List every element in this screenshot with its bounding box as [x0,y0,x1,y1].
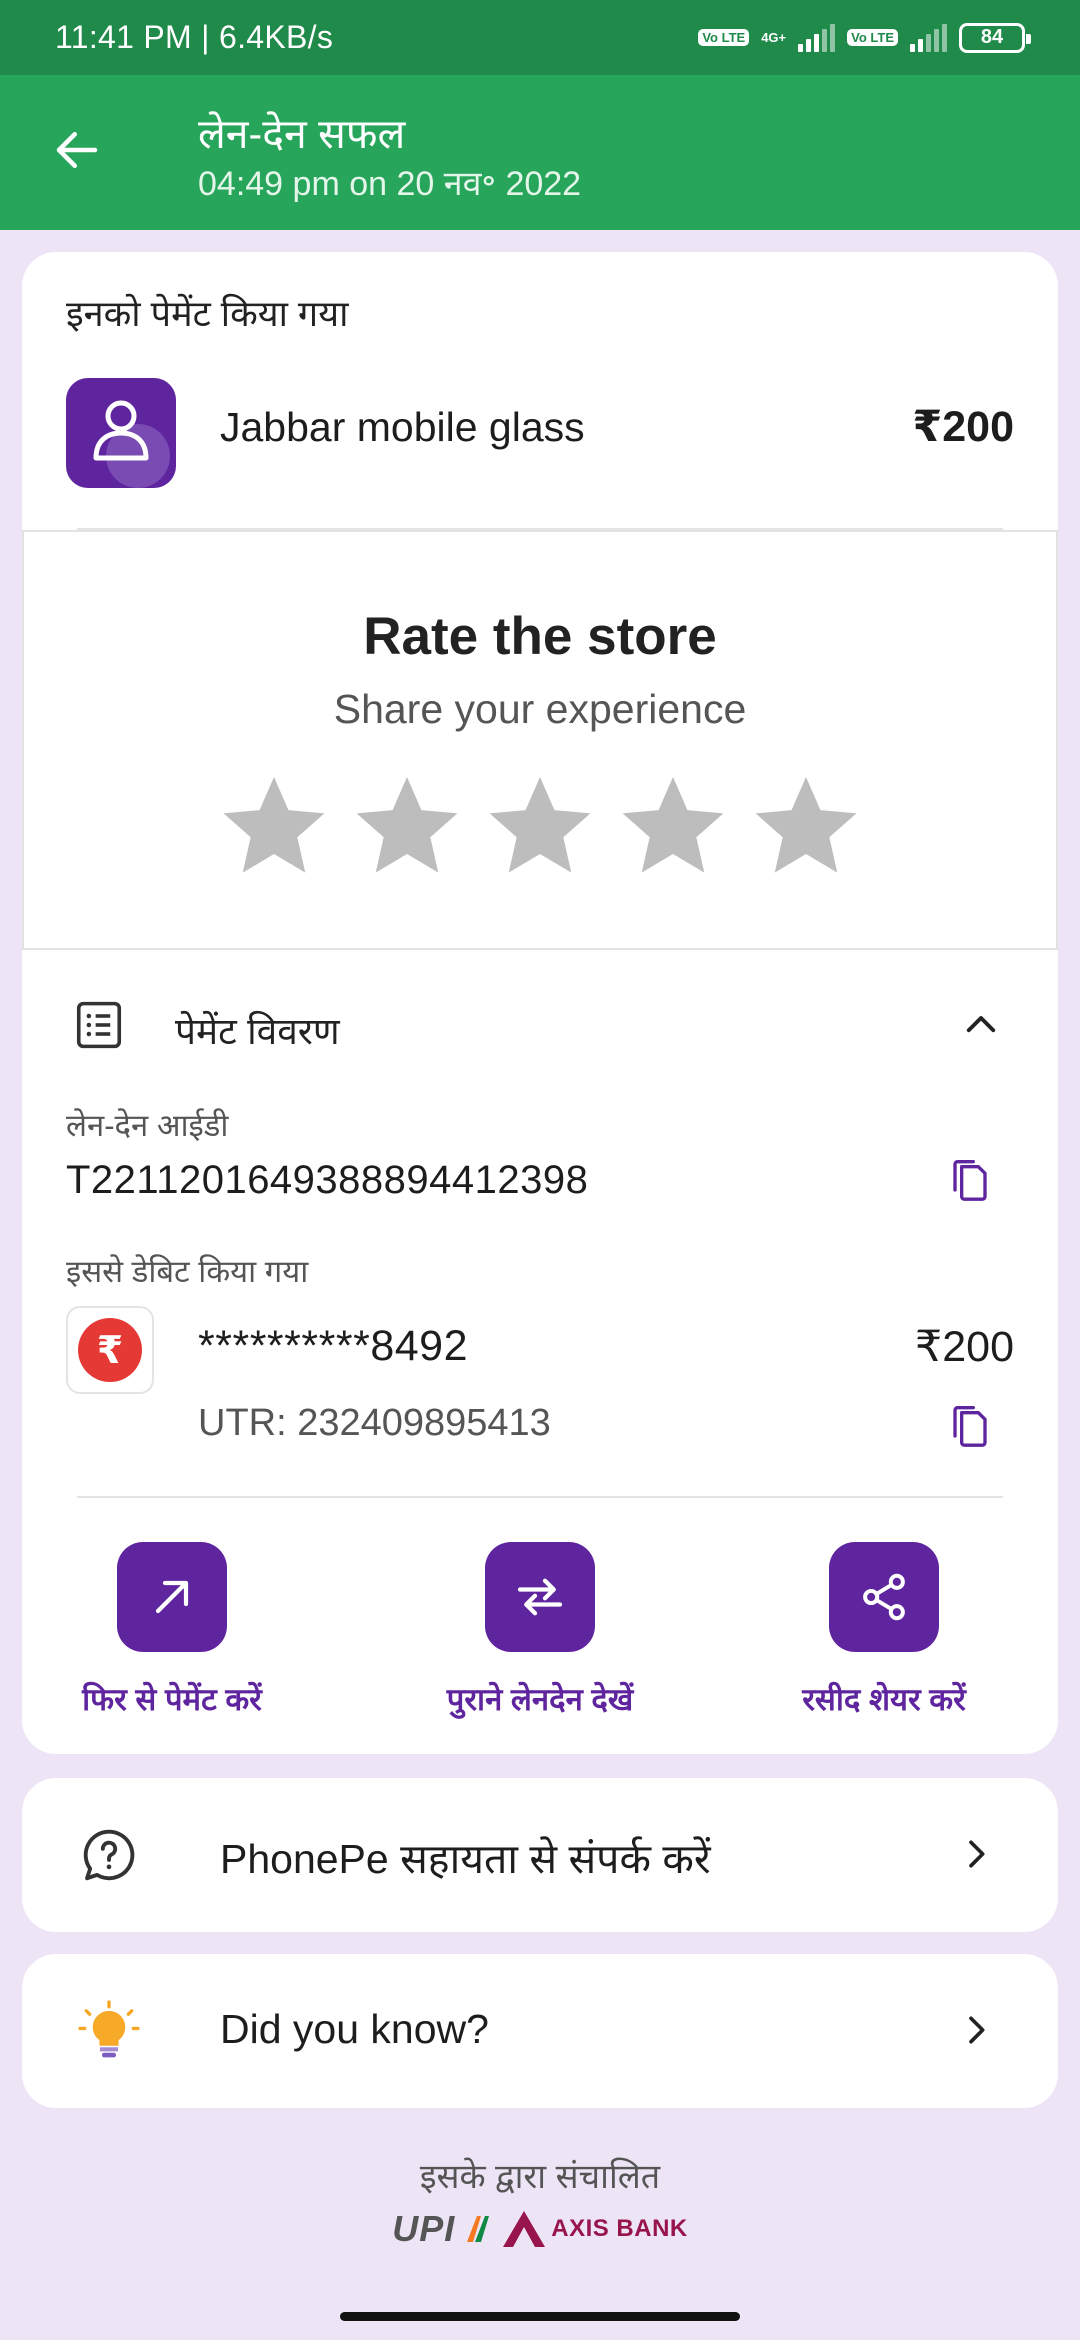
axis-triangle-icon [503,2211,546,2247]
star-icon-3[interactable] [484,770,596,882]
action-label[interactable]: पुराने लेनदेन देखें [447,1678,633,1720]
star-icon-1[interactable] [218,770,330,882]
status-icons: Vo LTE 4G+ Vo LTE 84 [698,22,1031,53]
support-row[interactable]: PhonePe सहायता से संपर्क करें [22,1778,1058,1932]
rate-subtitle: Share your experience [333,686,747,732]
transaction-card: इनको पेमेंट किया गया Jabbar mobile glass… [22,252,1058,1754]
rate-store-section: Rate the store Share your experience [22,530,1058,950]
debit-amount: ₹200 [914,1323,1014,1371]
battery-icon: 84 [959,22,1031,53]
star-icon-5[interactable] [750,770,862,882]
view-history-button[interactable]: पुराने लेनदेन देखें [390,1542,690,1720]
payment-amount: ₹200 [912,403,1014,451]
account-number: **********8492 [198,1322,468,1370]
upi-logo: UPI [392,2208,456,2249]
star-icon-2[interactable] [351,770,463,882]
partner-logos: UPI AXIS BANK [0,2208,1080,2250]
did-you-know-label[interactable]: Did you know? [220,2006,489,2053]
chevron-up-icon[interactable] [960,1004,1002,1046]
upi-arrow-icon [467,2216,490,2242]
svg-text:₹: ₹ [97,1328,123,1372]
transaction-datetime: 04:49 pm on 20 नव॰ 2022 [198,165,582,203]
action-button[interactable] [485,1542,595,1652]
utr-number: UTR: 232409895413 [198,1402,551,1444]
app-header: लेन-देन सफल 04:49 pm on 20 नव॰ 2022 [0,75,1080,230]
bank-logo: ₹ [66,1306,154,1394]
action-button[interactable] [117,1542,227,1652]
network-type: 4G+ [761,30,787,45]
volte-badge-1: Vo LTE [698,29,750,46]
payment-details-title[interactable]: पेमेंट विवरण [175,1004,340,1055]
help-icon [83,1829,135,1881]
arrow-up-right-icon [155,1580,189,1614]
copy-icon[interactable] [950,1158,990,1202]
home-indicator[interactable] [340,2312,740,2321]
axis-bank-logo: AXIS BANK [501,2209,688,2249]
person-icon [93,400,170,488]
page-title: लेन-देन सफल [198,111,406,157]
transaction-id: T2211201649388894412398 [66,1158,589,1202]
axis-bank-text: AXIS BANK [551,2215,688,2242]
status-time: 11:41 PM | 6.4KB/s [55,19,334,55]
powered-by-label: इसके द्वारा संचालित [419,2158,661,2196]
signal-icon-1 [798,23,836,52]
copy-icon[interactable] [950,1404,990,1448]
payee-avatar [66,378,176,488]
star-rating [24,770,1056,882]
chevron-right-icon[interactable] [956,2010,996,2050]
swap-arrows-icon [517,1578,563,1616]
repeat-payment-button[interactable]: फिर से पेमेंट करें [22,1542,322,1720]
action-button[interactable] [829,1542,939,1652]
signal-icon-2 [910,23,947,52]
star-icon-4[interactable] [617,770,729,882]
transaction-id-label: लेन-देन आईडी [66,1108,229,1143]
debited-from-label: इससे डेबिट किया गया [66,1254,309,1289]
bulb-icon [78,2000,140,2058]
share-receipt-button[interactable]: रसीद शेयर करें [734,1542,1034,1720]
payee-name: Jabbar mobile glass [220,404,585,450]
rupee-bank-icon: ₹ [78,1318,142,1382]
action-label[interactable]: रसीद शेयर करें [802,1678,966,1720]
share-icon [863,1573,905,1621]
status-bar: 11:41 PM | 6.4KB/s Vo LTE 4G+ Vo LTE 84 [0,0,1080,75]
battery-level: 84 [980,26,1004,48]
did-you-know-row[interactable]: Did you know? [22,1954,1058,2108]
back-arrow-icon[interactable] [50,123,104,177]
chevron-right-icon[interactable] [956,1834,996,1874]
receipt-list-icon [76,1001,122,1049]
paid-to-label: इनको पेमेंट किया गया [66,293,349,334]
rate-title: Rate the store [363,607,717,666]
divider [77,1496,1003,1498]
support-label[interactable]: PhonePe सहायता से संपर्क करें [220,1830,711,1886]
action-label[interactable]: फिर से पेमेंट करें [82,1678,262,1720]
volte-badge-2: Vo LTE [847,29,898,46]
action-bar: फिर से पेमेंट करें पुराने लेनदेन देखें र… [22,1542,1058,1722]
